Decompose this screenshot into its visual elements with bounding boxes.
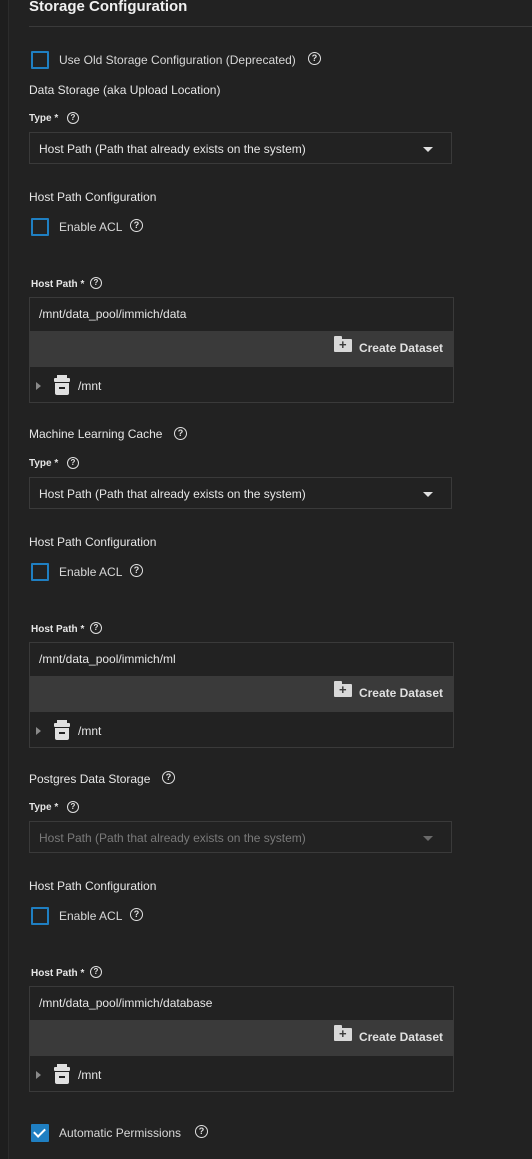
title-divider (29, 26, 532, 27)
help-circle-icon[interactable]: ? (90, 622, 102, 634)
select-value: Host Path (Path that already exists on t… (39, 831, 306, 845)
enable-acl-checkbox[interactable] (31, 563, 49, 581)
dataset-icon (54, 720, 70, 740)
help-circle-icon[interactable]: ? (90, 966, 102, 978)
enable-acl-label: Enable ACL (59, 565, 123, 579)
folder-plus-icon (333, 681, 352, 697)
type-label: Type * (29, 458, 59, 469)
help-circle-icon[interactable]: ? (174, 427, 187, 440)
ml-cache-type-select[interactable]: Host Path (Path that already exists on t… (29, 477, 452, 509)
page-title: Storage Configuration (29, 0, 188, 15)
create-dataset-button[interactable]: Create Dataset (333, 336, 443, 355)
type-label: Type * (29, 802, 59, 813)
ml-cache-heading: Machine Learning Cache (29, 427, 163, 441)
explorer-toolbar: Create Dataset (30, 331, 453, 367)
use-old-storage-checkbox[interactable] (31, 51, 49, 69)
help-circle-icon[interactable]: ? (130, 564, 143, 577)
tree-node-label: /mnt (78, 1068, 102, 1082)
expand-arrow-icon[interactable] (36, 727, 41, 735)
explorer-toolbar: Create Dataset (30, 1020, 453, 1056)
dataset-icon (54, 375, 70, 395)
dataset-icon (54, 1064, 70, 1084)
host-path-explorer[interactable]: /mnt/data_pool/immich/database Create Da… (29, 986, 454, 1092)
tree-node-mnt[interactable]: /mnt (36, 375, 236, 398)
host-path-explorer[interactable]: /mnt/data_pool/immich/ml Create Dataset … (29, 642, 454, 748)
tree-node-label: /mnt (78, 379, 102, 393)
chevron-down-icon (423, 836, 433, 841)
enable-acl-label: Enable ACL (59, 220, 123, 234)
enable-acl-label: Enable ACL (59, 909, 123, 923)
enable-acl-checkbox[interactable] (31, 907, 49, 925)
host-path-label: Host Path * (31, 968, 85, 979)
postgres-type-select[interactable]: Host Path (Path that already exists on t… (29, 821, 452, 853)
host-path-input[interactable]: /mnt/data_pool/immich/database (39, 996, 212, 1010)
tree-node-label: /mnt (78, 724, 102, 738)
host-path-explorer[interactable]: /mnt/data_pool/immich/data Create Datase… (29, 297, 454, 403)
host-path-config-heading: Host Path Configuration (29, 879, 157, 893)
help-circle-icon[interactable]: ? (130, 908, 143, 921)
chevron-down-icon (423, 147, 433, 152)
tree-node-mnt[interactable]: /mnt (36, 1064, 236, 1087)
help-circle-icon[interactable]: ? (90, 277, 102, 289)
host-path-label: Host Path * (31, 279, 85, 290)
select-value: Host Path (Path that already exists on t… (39, 487, 306, 501)
expand-arrow-icon[interactable] (36, 1071, 41, 1079)
data-storage-heading: Data Storage (aka Upload Location) (29, 83, 221, 97)
help-circle-icon[interactable]: ? (67, 457, 79, 469)
left-panel-edge (0, 0, 9, 1159)
folder-plus-icon (333, 1025, 352, 1041)
help-circle-icon[interactable]: ? (195, 1125, 208, 1138)
use-old-storage-label: Use Old Storage Configuration (Deprecate… (59, 53, 296, 67)
type-label: Type * (29, 113, 59, 124)
host-path-config-heading: Host Path Configuration (29, 535, 157, 549)
host-path-input[interactable]: /mnt/data_pool/immich/ml (39, 652, 176, 666)
postgres-storage-heading: Postgres Data Storage (29, 772, 151, 786)
host-path-label: Host Path * (31, 624, 85, 635)
help-circle-icon[interactable]: ? (67, 112, 79, 124)
folder-plus-icon (333, 336, 352, 352)
host-path-config-heading: Host Path Configuration (29, 190, 157, 204)
explorer-toolbar: Create Dataset (30, 676, 453, 712)
create-dataset-button[interactable]: Create Dataset (333, 681, 443, 700)
help-circle-icon[interactable]: ? (67, 801, 79, 813)
tree-node-mnt[interactable]: /mnt (36, 720, 236, 743)
enable-acl-checkbox[interactable] (31, 218, 49, 236)
create-dataset-button[interactable]: Create Dataset (333, 1025, 443, 1044)
automatic-permissions-checkbox[interactable] (31, 1124, 49, 1142)
select-value: Host Path (Path that already exists on t… (39, 142, 306, 156)
automatic-permissions-label: Automatic Permissions (59, 1126, 182, 1140)
data-storage-type-select[interactable]: Host Path (Path that already exists on t… (29, 132, 452, 164)
host-path-input[interactable]: /mnt/data_pool/immich/data (39, 307, 186, 321)
help-circle-icon[interactable]: ? (130, 219, 143, 232)
chevron-down-icon (423, 492, 433, 497)
expand-arrow-icon[interactable] (36, 382, 41, 390)
help-circle-icon[interactable]: ? (162, 771, 175, 784)
help-circle-icon[interactable]: ? (308, 52, 321, 65)
